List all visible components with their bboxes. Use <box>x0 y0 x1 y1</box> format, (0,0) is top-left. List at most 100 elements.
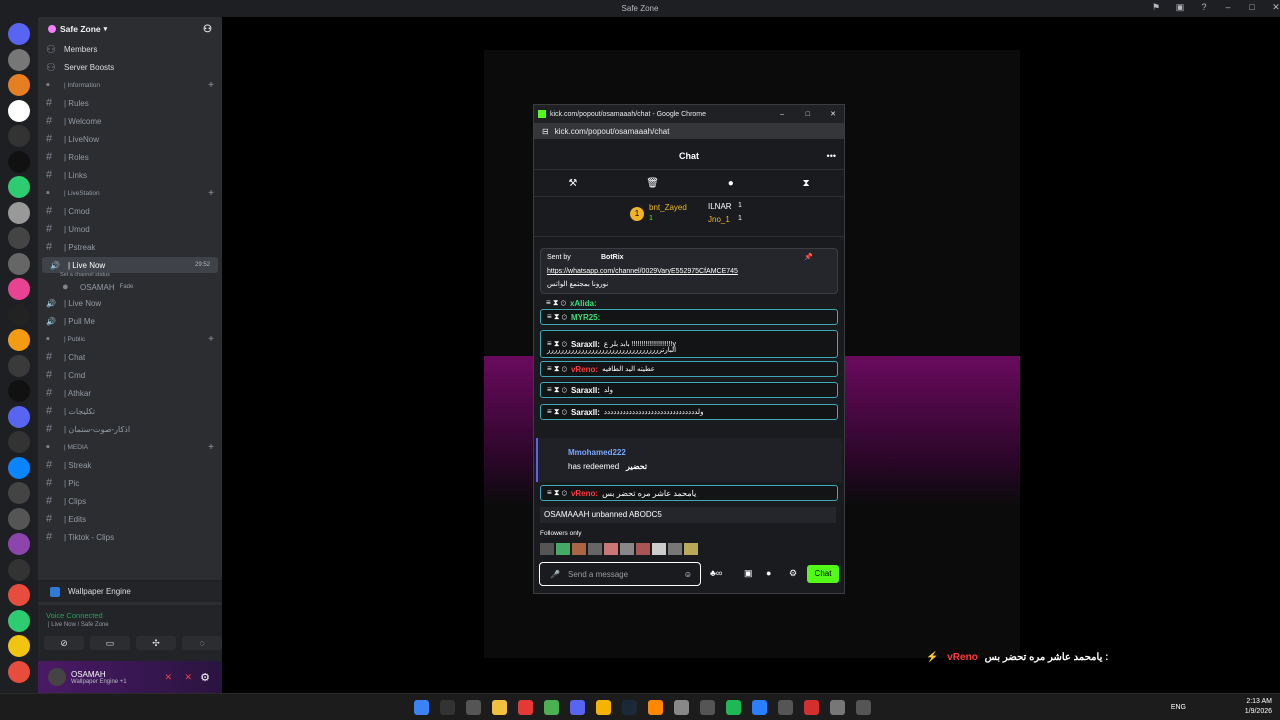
app-icon[interactable] <box>674 700 689 715</box>
server-icon[interactable] <box>8 278 30 300</box>
chat-message[interactable]: ≡ ⧗ ⊙ MYR25: <box>540 309 838 325</box>
steam-icon[interactable] <box>622 700 637 715</box>
emoji-icon[interactable]: ☺ <box>684 570 692 579</box>
discord-icon[interactable] <box>570 700 585 715</box>
server-icon[interactable] <box>8 584 30 606</box>
server-icon[interactable] <box>8 354 30 377</box>
soundboard-button[interactable]: ◌ <box>182 636 222 650</box>
chat-message[interactable]: ≡ ⧗ ⊙ SaraxII: ولددددددددددددددددددددددددد… <box>540 404 838 420</box>
server-icon[interactable] <box>8 329 30 351</box>
recorder-icon[interactable] <box>518 700 533 715</box>
server-icon[interactable] <box>8 48 30 71</box>
channel-item[interactable]: # | Tiktok - Clips <box>38 529 222 545</box>
chat-message[interactable]: ≡ ⧗ ⊙ SaraxII: بابد بلر ع !!!!!!!!!!!!!!!!… <box>540 330 838 358</box>
start-icon[interactable] <box>414 700 429 715</box>
more-icon[interactable]: ••• <box>827 151 836 161</box>
server-icon[interactable] <box>8 227 30 249</box>
channel-item[interactable]: # | Welcome <box>38 113 222 129</box>
channel-item[interactable]: # | Roles <box>38 149 222 165</box>
channel-category[interactable]: ▪ | Public + <box>38 331 222 347</box>
bubble-icon[interactable]: ● <box>728 178 734 189</box>
channel-item[interactable]: # | Edits <box>38 511 222 527</box>
app-icon[interactable] <box>596 700 611 715</box>
search-icon[interactable] <box>440 700 455 715</box>
server-icon[interactable] <box>8 609 30 632</box>
channel-item[interactable]: # | تكليجات <box>38 403 222 419</box>
language[interactable]: ENG <box>1171 703 1186 713</box>
chat-username[interactable]: vReno: <box>571 365 598 374</box>
server-icon[interactable] <box>8 150 30 173</box>
channel-item[interactable]: # | Athkar <box>38 385 222 401</box>
server-icon[interactable] <box>8 23 30 45</box>
emote-icon[interactable] <box>668 543 682 555</box>
inbox-icon[interactable]: ⚑ <box>1144 2 1168 13</box>
guild-header[interactable]: Safe Zone ▾ ⚇ <box>38 17 222 41</box>
server-icon[interactable] <box>8 456 30 479</box>
server-icon[interactable] <box>8 558 30 581</box>
add-channel-icon[interactable]: + <box>208 442 214 453</box>
server-icon[interactable] <box>8 405 30 428</box>
channel-item[interactable]: 🔊 | Live Now 29:52 <box>42 257 218 273</box>
wallpaper-engine-bar[interactable]: Wallpaper Engine <box>38 580 222 602</box>
server-icon[interactable] <box>8 125 30 147</box>
hourglass-icon[interactable]: ⧗ <box>803 178 810 189</box>
site-info-icon[interactable]: ⊟ <box>542 127 549 136</box>
app-icon[interactable] <box>830 700 845 715</box>
close-button[interactable]: ✕ <box>1264 2 1280 13</box>
emote-icon[interactable] <box>620 543 634 555</box>
screen-share-button[interactable]: ▭ <box>90 636 130 650</box>
chat-username[interactable]: SaraxII: <box>571 408 600 417</box>
app-icon[interactable] <box>804 700 819 715</box>
spotify-icon[interactable] <box>726 700 741 715</box>
copilot-icon[interactable] <box>466 700 481 715</box>
emote-icon[interactable] <box>540 543 554 555</box>
hammer-icon[interactable]: ⚒ <box>568 178 577 189</box>
pin-icon[interactable]: 📌 <box>804 253 813 261</box>
channel-item[interactable]: # | Clips <box>38 493 222 509</box>
chat-username[interactable]: SaraxII: <box>571 386 600 395</box>
server-icon[interactable] <box>8 252 30 275</box>
add-member-icon[interactable]: ⚇ <box>203 24 212 35</box>
channel-item[interactable]: ● OSAMAH Fade <box>38 279 222 295</box>
add-channel-icon[interactable]: + <box>208 188 214 199</box>
server-icon[interactable] <box>8 660 30 683</box>
emote-icon[interactable] <box>556 543 570 555</box>
app-icon[interactable] <box>778 700 793 715</box>
popout-maximize[interactable]: □ <box>806 111 810 118</box>
popout-close[interactable]: ✕ <box>830 110 836 118</box>
gift-icon[interactable]: ▣ <box>744 568 753 579</box>
channel-category[interactable]: ▪ | MEDIA + <box>38 439 222 455</box>
channel-item[interactable]: 🔊 | Pull Me <box>38 313 222 329</box>
channel-item[interactable]: # | Pstreak <box>38 239 222 255</box>
help-icon[interactable]: ? <box>1192 2 1216 13</box>
emote-icon[interactable] <box>636 543 650 555</box>
files-icon[interactable] <box>492 700 507 715</box>
add-channel-icon[interactable]: + <box>208 80 214 91</box>
chat-message[interactable]: ≡ ⧗ ⊙ vReno: يامحمد عاشر مره تحضر بس <box>540 485 838 501</box>
server-icon[interactable] <box>8 380 30 402</box>
channel-item[interactable]: ⚇ Members <box>38 41 222 57</box>
server-icon[interactable] <box>8 507 30 530</box>
channel-item[interactable]: # | Rules <box>38 95 222 111</box>
app-icon[interactable] <box>752 700 767 715</box>
send-chat-button[interactable]: Chat <box>807 565 839 583</box>
chat-message[interactable]: ≡ ⧗ ⊙ vReno: عطيته اليد الطافيه <box>540 361 838 377</box>
chat-username[interactable]: xAlida: <box>570 299 597 308</box>
activities-button[interactable]: ✣ <box>136 636 176 650</box>
channel-item[interactable]: ⚇ Server Boosts <box>38 59 222 75</box>
channel-status[interactable]: Set a channel status <box>60 272 110 278</box>
avatar[interactable] <box>48 668 66 686</box>
channel-item[interactable]: # | LiveNow <box>38 131 222 147</box>
server-icon[interactable] <box>8 74 30 96</box>
emote-icon[interactable] <box>572 543 586 555</box>
redeem-user[interactable]: Mmohamed222 <box>568 448 626 457</box>
chat-settings-icon[interactable]: ⚙ <box>789 568 797 579</box>
channel-item[interactable]: # | Streak <box>38 457 222 473</box>
chat-message[interactable]: ≡ ⧗ ⊙ SaraxII: ولد <box>540 382 838 398</box>
add-channel-icon[interactable]: + <box>208 334 214 345</box>
clock-time[interactable]: 2:13 AM <box>1245 697 1272 707</box>
server-icon[interactable] <box>8 303 30 326</box>
channel-item[interactable]: # | Umod <box>38 221 222 237</box>
deafen-icon[interactable]: ✕ <box>184 672 192 683</box>
server-icon[interactable] <box>8 201 30 224</box>
